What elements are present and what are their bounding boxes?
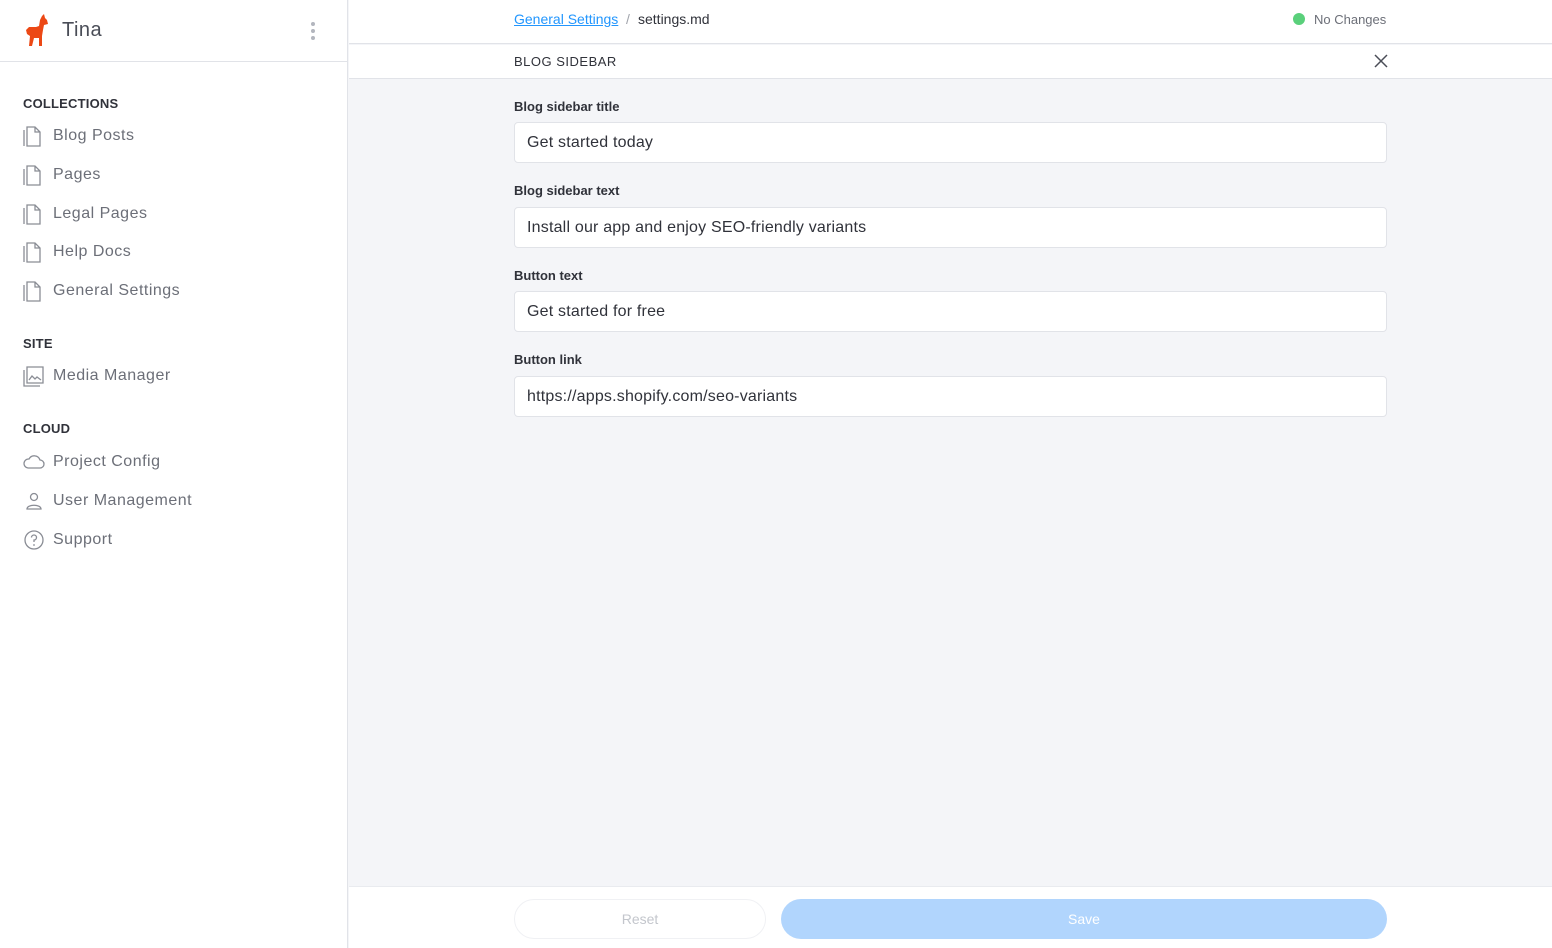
button-link-input[interactable] [514,376,1387,417]
form-footer: Reset Save [349,886,1552,948]
sidebar-item-label: User Management [53,492,193,509]
section-title-site: SITE [23,336,53,351]
more-menu-icon[interactable] [307,20,319,42]
sidebar-item-label: Project Config [53,453,161,470]
section-title-collections: COLLECTIONS [23,96,119,111]
status-dot-icon [1293,13,1305,25]
sidebar-item-legal-pages[interactable]: Legal Pages [22,200,147,228]
document-icon [23,165,41,186]
field-label-text: Blog sidebar text [514,183,620,198]
field-label-button-link: Button link [514,352,582,367]
panel-header: BLOG SIDEBAR [349,45,1552,79]
breadcrumb-separator: / [626,11,630,27]
sidebar-header: Tina [0,0,347,62]
status-text: No Changes [1314,12,1387,27]
sidebar-item-label: Blog Posts [53,127,135,144]
sidebar-item-pages[interactable]: Pages [22,161,101,189]
sidebar-item-label: Legal Pages [53,205,148,222]
breadcrumb-file: settings.md [638,11,710,27]
close-icon[interactable] [1373,53,1389,69]
blog-sidebar-title-input[interactable] [514,122,1387,163]
document-icon [23,281,41,302]
help-icon [24,530,44,550]
sidebar-item-help-docs[interactable]: Help Docs [22,238,131,266]
blog-sidebar-text-input[interactable] [514,207,1387,248]
sidebar-item-label: Pages [53,166,101,183]
sidebar-item-general-settings[interactable]: General Settings [22,277,180,305]
user-icon [26,492,42,510]
sidebar-item-label: General Settings [53,282,181,299]
sidebar-item-label: Media Manager [53,367,171,384]
document-icon [23,126,41,147]
app-name: Tina [62,19,103,41]
sidebar-item-label: Support [53,531,113,548]
field-label-button-text: Button text [514,268,583,283]
sidebar-item-label: Help Docs [53,243,132,260]
sidebar: Tina COLLECTIONS Blog Posts Pages Legal … [0,0,348,948]
button-text-input[interactable] [514,291,1387,332]
sidebar-item-support[interactable]: Support [22,526,113,554]
document-icon [23,242,41,263]
image-icon [23,366,44,387]
cloud-icon [23,455,45,469]
document-icon [23,204,41,225]
field-label-title: Blog sidebar title [514,99,620,114]
panel-title: BLOG SIDEBAR [514,54,617,69]
section-title-cloud: CLOUD [23,421,71,436]
sidebar-item-user-management[interactable]: User Management [22,487,192,515]
reset-button[interactable]: Reset [514,899,766,939]
sidebar-item-media-manager[interactable]: Media Manager [22,362,171,390]
save-button[interactable]: Save [781,899,1387,939]
top-bar: General Settings / settings.md No Change… [349,0,1552,44]
sidebar-item-blog-posts[interactable]: Blog Posts [22,122,134,150]
llama-logo-icon [26,13,48,46]
breadcrumb-collection-link[interactable]: General Settings [514,11,618,27]
sidebar-item-project-config[interactable]: Project Config [22,448,161,476]
